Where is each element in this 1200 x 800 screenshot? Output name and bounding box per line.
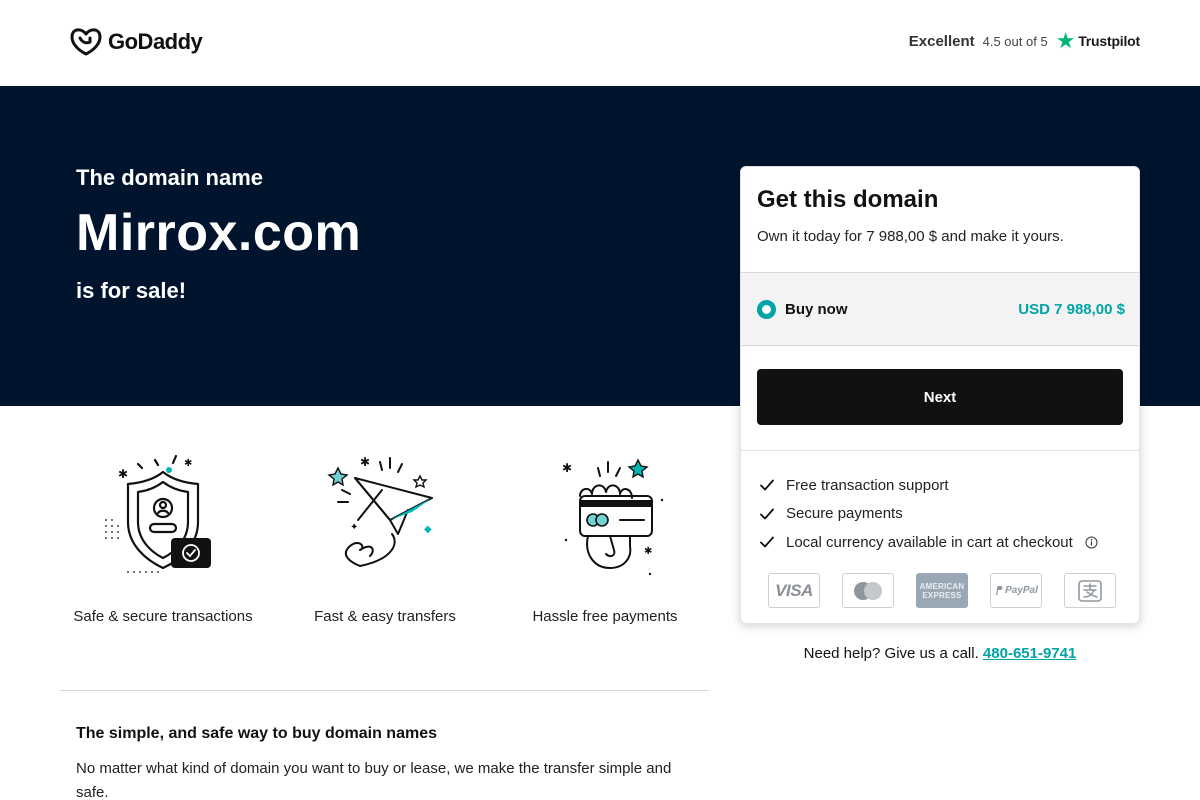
card-payment-icon: ✱ ✱ xyxy=(562,458,664,576)
help-line: Need help? Give us a call. 480-651-9741 xyxy=(740,645,1140,662)
section-divider xyxy=(60,690,709,691)
svg-text:✱: ✱ xyxy=(118,467,128,481)
feature-transfers: ✱ ✦ ◆ Fast & easy transfers xyxy=(280,450,490,625)
checkmark-icon xyxy=(760,479,774,491)
feature-label: Hassle free payments xyxy=(532,608,678,625)
hero-posttitle: is for sale! xyxy=(76,278,187,303)
card-divider xyxy=(741,450,1139,451)
svg-text:✱: ✱ xyxy=(562,461,572,475)
paper-plane-icon: ✱ ✦ ◆ xyxy=(327,455,433,567)
alipay-icon xyxy=(1064,573,1116,608)
shield-icon: ✱ ✱ xyxy=(105,454,211,573)
card-subtitle: Own it today for 7 988,00 $ and make it … xyxy=(757,228,1064,245)
card-title: Get this domain xyxy=(757,186,939,213)
rating-label: Excellent xyxy=(908,32,975,50)
svg-text:✦: ✦ xyxy=(350,522,358,533)
checkmark-icon xyxy=(760,508,774,520)
next-button[interactable]: Next xyxy=(757,369,1123,425)
visa-text: VISA xyxy=(775,580,813,600)
checkmark-icon xyxy=(760,536,774,548)
feature-label: Fast & easy transfers xyxy=(314,608,456,625)
trustpilot-rating[interactable]: Excellent 4.5 out of 5 ★ Trustpilot xyxy=(908,28,1141,53)
trustpilot-logo: ★ Trustpilot xyxy=(1055,28,1141,53)
amex-icon: AMERICAN EXPRESS xyxy=(916,573,968,608)
radio-selected-icon[interactable] xyxy=(757,300,776,319)
purchase-card: Get this domain Own it today for 7 988,0… xyxy=(740,166,1140,624)
info-icon[interactable] xyxy=(1085,536,1098,549)
visa-icon: VISA xyxy=(768,573,820,608)
rating-score: 4.5 out of 5 xyxy=(982,33,1048,49)
option-label: Buy now xyxy=(785,301,848,318)
payment-methods: VISA AMERICAN EXPRESS PayPal xyxy=(768,573,1116,608)
svg-text:✱: ✱ xyxy=(644,546,652,557)
option-price: USD 7 988,00 $ xyxy=(1018,301,1125,318)
benefit-text: Free transaction support xyxy=(786,476,949,494)
about-body: No matter what kind of domain you want t… xyxy=(76,760,672,800)
trustpilot-text: Trustpilot xyxy=(1078,33,1140,49)
benefit-item: Free transaction support xyxy=(759,471,1098,500)
phone-link[interactable]: 480-651-9741 xyxy=(983,645,1076,662)
star-icon: ★ xyxy=(1055,28,1076,53)
benefits-list: Free transaction support Secure payments… xyxy=(759,471,1098,557)
mastercard-icon xyxy=(842,573,894,608)
feature-payments: ✱ ✱ Hassle free payments xyxy=(500,450,710,625)
logo-text: GoDaddy xyxy=(108,29,203,54)
godaddy-logo[interactable]: GoDaddy xyxy=(70,28,203,56)
benefit-item: Local currency available in cart at chec… xyxy=(759,528,1098,557)
benefit-text: Secure payments xyxy=(786,505,903,523)
godaddy-heart-icon xyxy=(70,28,102,56)
benefit-text: Local currency available in cart at chec… xyxy=(786,533,1073,551)
svg-text:✱: ✱ xyxy=(360,455,370,469)
domain-name-heading: Mirrox.com xyxy=(76,204,362,262)
paypal-icon: PayPal xyxy=(990,573,1042,608)
svg-text:◆: ◆ xyxy=(424,524,432,535)
feature-label: Safe & secure transactions xyxy=(73,608,253,625)
hero-pretitle: The domain name xyxy=(76,165,264,190)
top-header: GoDaddy Excellent 4.5 out of 5 ★ Trustpi… xyxy=(0,0,1200,86)
feature-secure: ✱ ✱ Safe & secure transactions xyxy=(58,450,268,625)
buy-now-option[interactable]: Buy now USD 7 988,00 $ xyxy=(741,272,1139,346)
help-text: Need help? Give us a call. xyxy=(803,645,979,662)
amex-text-bottom: EXPRESS xyxy=(922,590,962,600)
about-title: The simple, and safe way to buy domain n… xyxy=(76,725,437,742)
benefit-item: Secure payments xyxy=(759,500,1098,529)
svg-text:✱: ✱ xyxy=(184,458,192,469)
amex-text-top: AMERICAN xyxy=(919,581,965,591)
paypal-text: PayPal xyxy=(1005,585,1038,596)
